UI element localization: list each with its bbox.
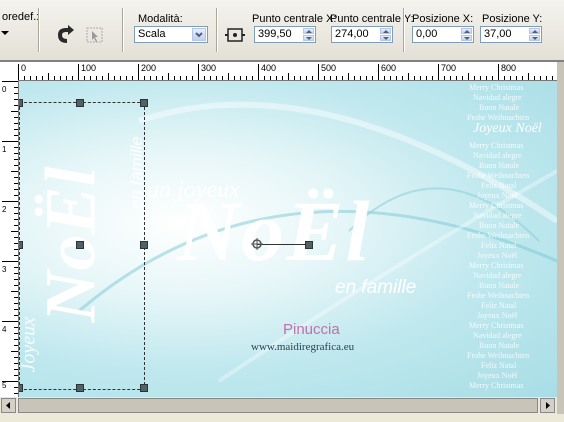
scroll-thumb[interactable] — [18, 398, 538, 413]
repeat-line: Joyeux Noël — [477, 191, 518, 200]
center-x-label: Punto centrale X: — [252, 13, 337, 25]
repeat-line: Merry Christmas — [469, 83, 524, 92]
rotation-arm — [257, 244, 309, 245]
pos-x-label: Posizione X: — [412, 13, 474, 25]
repeat-line: Joyeux Noël — [477, 251, 518, 260]
preset-dropdown-icon[interactable] — [0, 28, 10, 38]
repeat-line: Navidad alegre — [473, 331, 522, 340]
resize-handle-bottom-right[interactable] — [140, 384, 148, 392]
ruler-left-tick: 5 — [2, 381, 7, 390]
mode-value: Scala — [138, 28, 166, 40]
ruler-top-tick: 100 — [81, 63, 97, 73]
ruler-top-tick: 200 — [141, 63, 157, 73]
resize-handle-top-left[interactable] — [19, 99, 23, 107]
center-icon[interactable] — [224, 24, 246, 46]
mode-dropdown-icon[interactable] — [192, 28, 206, 41]
repeat-line: Buon Natale — [479, 281, 520, 290]
resize-handle-bottom[interactable] — [76, 384, 84, 392]
preset-label: oredef.: — [2, 11, 40, 23]
repeat-line: Navidad alegre — [473, 151, 522, 160]
ruler-left-tick: 1 — [2, 145, 7, 154]
repeat-line: Merry Christmas — [469, 381, 524, 390]
pos-x-value: 0,00 — [416, 28, 438, 40]
pos-x-input[interactable]: 0,00 — [412, 26, 474, 43]
ruler-top-tick: 0 — [21, 63, 27, 73]
resize-handle-right[interactable] — [140, 241, 148, 249]
ruler-vertical: 0 1 2 3 4 5 — [0, 81, 19, 397]
repeat-line: Merry Christmas — [469, 141, 524, 150]
center-y-spinner[interactable] — [380, 28, 391, 41]
repeat-line: Buon Natale — [479, 341, 520, 350]
pos-y-spinner[interactable] — [529, 28, 540, 41]
ruler-left-tick: 3 — [2, 265, 7, 274]
pos-x-spinner[interactable] — [461, 28, 472, 41]
center-x-input[interactable]: 399,50 — [254, 26, 316, 43]
repeat-line: Buon Natale — [479, 103, 520, 112]
resize-handle-top[interactable] — [76, 99, 84, 107]
mode-label: Modalità: — [138, 13, 183, 25]
center-x-value: 399,50 — [258, 28, 292, 40]
ruler-left-tick: 0 — [2, 85, 7, 94]
resize-handle-top-right[interactable] — [140, 99, 148, 107]
repeat-line: Feliz Natal — [481, 361, 517, 370]
resize-handle-bottom-left[interactable] — [19, 384, 23, 392]
repeat-line: Navidad alegre — [473, 93, 522, 102]
noel-big-text: NoËl — [177, 183, 372, 279]
repeat-line: Frohe Weihnachten — [467, 351, 530, 360]
ruler-top-tick: 700 — [441, 63, 457, 73]
pick-tool-icon[interactable] — [84, 24, 106, 46]
repeat-line: Merry Christmas — [469, 321, 524, 330]
resize-handle-left[interactable] — [19, 241, 23, 249]
ruler-top-tick: 500 — [321, 63, 337, 73]
ruler-vertical-ticks — [2, 81, 18, 394]
ruler-horizontal-ticks — [18, 64, 553, 80]
center-x-spinner[interactable] — [303, 28, 314, 41]
ruler-horizontal: 0 100 200 300 400 500 600 700 800 — [18, 62, 558, 81]
ruler-left-tick: 4 — [2, 325, 7, 334]
pos-y-input[interactable]: 37,00 — [480, 26, 542, 43]
image-canvas[interactable]: Merry Christmas Navidad alegre Buon Nata… — [19, 81, 557, 397]
pos-y-value: 37,00 — [484, 28, 512, 40]
rotation-center-handle[interactable] — [76, 241, 84, 249]
rotation-handle[interactable] — [305, 241, 313, 249]
rotation-pivot-icon[interactable] — [251, 238, 263, 250]
repeat-line: Frohe Weihnachten — [467, 231, 530, 240]
greeting-repeat-column: Merry Christmas Navidad alegre Buon Nata… — [449, 83, 549, 397]
tool-options-toolbar: oredef.: Modalità: Scala Punto centrale … — [0, 0, 564, 61]
en-famille-big-text: en famille — [335, 277, 417, 298]
scroll-left-arrow-icon[interactable] — [1, 398, 16, 413]
arrow-icon[interactable] — [54, 24, 76, 46]
center-y-value: 274,00 — [335, 28, 369, 40]
repeat-line: Merry Christmas — [469, 201, 524, 210]
repeat-line: Feliz Natal — [481, 241, 517, 250]
repeat-line: Navidad alegre — [473, 211, 522, 220]
center-y-input[interactable]: 274,00 — [331, 26, 393, 43]
repeat-line: Frohe Weihnachten — [467, 291, 530, 300]
repeat-line: Feliz Natal — [481, 181, 517, 190]
status-bar — [0, 414, 564, 422]
repeat-line: Feliz Natal — [481, 301, 517, 310]
repeat-line: Navidad alegre — [473, 271, 522, 280]
repeat-line: Frohe Weihnachten — [467, 171, 530, 180]
horizontal-scrollbar[interactable] — [0, 397, 564, 414]
ruler-top-tick: 800 — [501, 63, 517, 73]
signature-url: www.maidiregrafica.eu — [251, 341, 355, 353]
pos-y-label: Posizione Y: — [482, 13, 543, 25]
ruler-left-tick: 2 — [2, 205, 7, 214]
repeat-line: Buon Natale — [479, 221, 520, 230]
repeat-line: Joyeux Noël — [477, 311, 518, 320]
repeat-line: Joyeux Noël — [477, 371, 518, 380]
ruler-top-tick: 400 — [261, 63, 277, 73]
joyeux-noel-small: Joyeux Noël — [473, 121, 542, 136]
repeat-line: Buon Natale — [479, 161, 520, 170]
vertical-scrollbar[interactable] — [557, 62, 564, 414]
repeat-line: Merry Christmas — [469, 261, 524, 270]
ruler-corner — [0, 62, 18, 81]
signature-name: Pinuccia — [283, 321, 340, 338]
center-y-label: Punto centrale Y: — [330, 13, 414, 25]
ruler-top-tick: 600 — [381, 63, 397, 73]
scroll-right-arrow-icon[interactable] — [540, 398, 555, 413]
mode-select[interactable]: Scala — [134, 26, 208, 43]
ruler-top-tick: 300 — [201, 63, 217, 73]
